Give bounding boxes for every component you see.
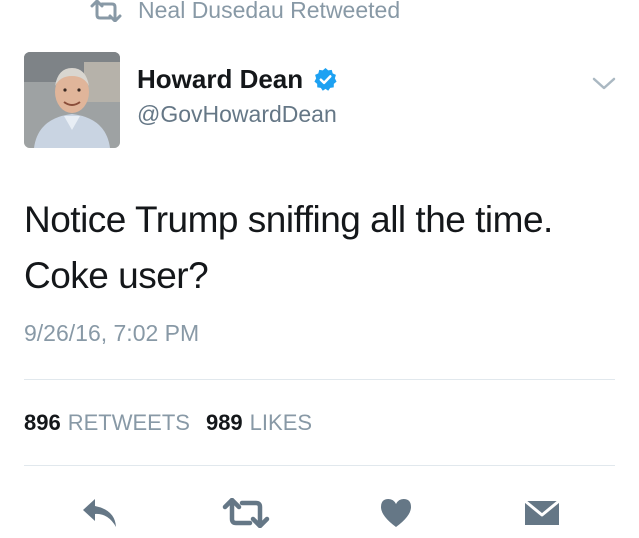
retweet-button[interactable] — [222, 493, 270, 533]
tweet-text: Notice Trump sniffing all the time. Coke… — [24, 199, 553, 296]
likes-label: LIKES — [249, 410, 313, 435]
divider — [24, 379, 615, 380]
tweet-detail-view: Neal Dusedau Retweeted Howard Dean @GovH… — [0, 0, 639, 538]
divider — [24, 465, 615, 466]
heart-icon — [381, 499, 411, 527]
chevron-down-icon[interactable] — [590, 74, 618, 94]
direct-message-button[interactable] — [520, 493, 564, 533]
author-name: Howard Dean — [137, 64, 304, 94]
verified-badge-icon — [314, 68, 337, 91]
retweet-icon — [222, 498, 270, 528]
retweet-icon — [90, 0, 122, 22]
likes-stat[interactable]: 989 LIKES — [206, 410, 312, 436]
avatar-photo — [24, 52, 120, 148]
retweet-context-label: Neal Dusedau Retweeted — [138, 0, 401, 23]
envelope-icon — [524, 499, 560, 525]
retweets-count: 896 — [24, 410, 61, 435]
reply-button[interactable] — [78, 493, 122, 533]
retweets-stat[interactable]: 896 RETWEETS — [24, 410, 190, 436]
tweet-timestamp[interactable]: 9/26/16, 7:02 PM — [24, 320, 199, 347]
author-name-row[interactable]: Howard Dean — [137, 64, 338, 95]
like-button[interactable] — [376, 493, 416, 533]
retweets-label: RETWEETS — [67, 410, 190, 435]
likes-count: 989 — [205, 410, 243, 435]
avatar[interactable] — [24, 52, 120, 148]
author-handle[interactable]: @GovHowardDean — [137, 101, 337, 128]
tweet-actions — [0, 493, 639, 533]
reply-icon — [83, 499, 116, 527]
retweet-context[interactable]: Neal Dusedau Retweeted — [88, 0, 400, 24]
tweet-stats: 896 RETWEETS 989 LIKES — [24, 410, 328, 436]
